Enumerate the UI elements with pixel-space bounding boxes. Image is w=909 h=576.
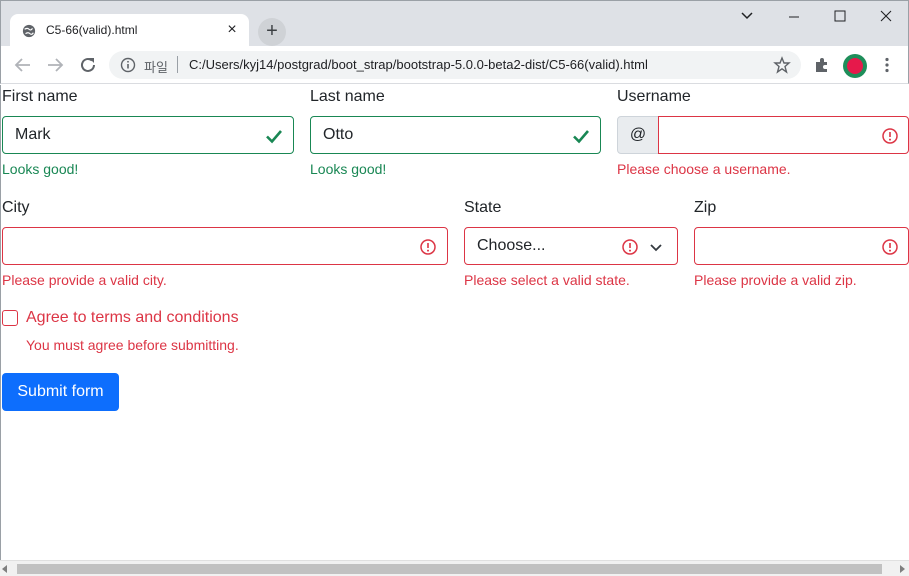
bookmark-star-icon[interactable] [773,56,791,74]
scroll-left-arrow-icon[interactable] [2,565,7,573]
zip-input[interactable] [694,227,909,265]
first-name-feedback: Looks good! [2,161,79,177]
tab-strip: C5-66(valid).html × + [0,0,909,48]
browser-toolbar: 파일 C:/Users/kyj14/postgrad/boot_strap/bo… [0,46,909,84]
scroll-right-arrow-icon[interactable] [900,565,905,573]
tab-title: C5-66(valid).html [46,23,138,37]
username-input[interactable] [658,116,909,154]
submit-button[interactable]: Submit form [2,373,119,411]
last-name-feedback: Looks good! [310,161,387,177]
first-name-input[interactable]: Mark [2,116,294,154]
state-label: State [464,199,502,216]
zip-feedback: Please provide a valid zip. [694,272,857,288]
forward-arrow-icon[interactable] [43,53,67,77]
more-menu-icon[interactable] [878,56,896,74]
profile-avatar-icon[interactable] [843,54,867,78]
state-selected-value: Choose... [477,237,546,254]
first-name-label: First name [2,88,78,105]
state-feedback: Please select a valid state. [464,272,630,288]
url-text[interactable]: C:/Users/kyj14/postgrad/boot_strap/boots… [189,57,648,72]
address-bar[interactable]: 파일 C:/Users/kyj14/postgrad/boot_strap/bo… [109,51,801,79]
username-prefix: @ [617,116,659,154]
chevron-down-icon [650,244,662,252]
username-label: Username [617,88,691,105]
valid-check-icon [266,130,282,144]
terms-checkbox[interactable] [2,310,18,326]
reload-icon[interactable] [76,53,100,77]
globe-icon [22,24,36,38]
extensions-puzzle-icon[interactable] [813,56,831,74]
tab-close-icon[interactable]: × [223,21,241,39]
tab-search-chevron-icon[interactable] [736,7,758,25]
valid-check-icon [573,130,589,144]
maximize-icon[interactable] [817,4,863,30]
invalid-alert-icon [882,128,898,144]
city-label: City [2,199,30,216]
window-close-icon[interactable] [863,4,909,30]
username-feedback: Please choose a username. [617,161,791,177]
terms-feedback: You must agree before submitting. [26,337,239,353]
invalid-alert-icon [622,239,638,255]
state-select[interactable]: Choose... [464,227,678,265]
last-name-label: Last name [310,88,385,105]
url-separator [177,56,178,73]
minimize-icon[interactable] [771,4,817,30]
page-content: First name Mark Looks good! Last name Ot… [0,85,909,560]
last-name-value: Otto [323,126,354,143]
invalid-alert-icon [882,239,898,255]
info-icon[interactable] [120,57,136,73]
horizontal-scrollbar[interactable] [0,560,909,576]
new-tab-button[interactable]: + [258,18,286,46]
invalid-alert-icon [420,239,436,255]
zip-label: Zip [694,199,717,216]
url-scheme-label: 파일 [144,60,168,75]
city-input[interactable] [2,227,448,265]
city-feedback: Please provide a valid city. [2,272,167,288]
terms-label[interactable]: Agree to terms and conditions [26,309,239,327]
back-arrow-icon[interactable] [11,53,35,77]
scrollbar-thumb[interactable] [17,564,882,574]
last-name-input[interactable]: Otto [310,116,601,154]
first-name-value: Mark [15,126,51,143]
browser-tab[interactable]: C5-66(valid).html × [10,14,249,48]
